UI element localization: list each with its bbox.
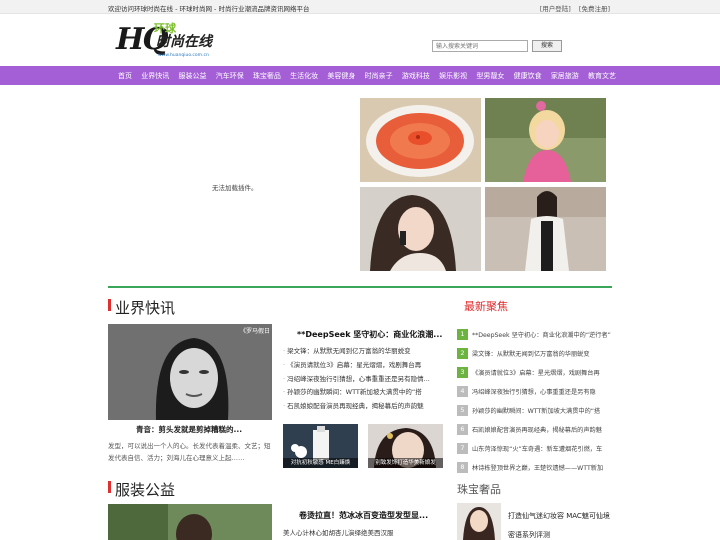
rank-badge: 1 [457, 329, 468, 340]
search-button[interactable]: 搜索 [532, 40, 562, 52]
section-apparel-title[interactable]: 服装公益 [108, 479, 175, 500]
hot-item-text: 林诗栋登顶世界之巅，王楚钦遗憾——WTT新加 [472, 465, 604, 472]
nav-makeup[interactable]: 生活化妆 [290, 72, 318, 80]
hot-item-text: 孙颖莎的幽默瞬间：WTT新加坡大满贯中的“搭 [472, 408, 601, 415]
section-divider [108, 286, 612, 288]
photo-overlay-text: 《罗马假日 [239, 328, 270, 335]
hot-item-text: 山东菏泽惊现“火”车奇遇：新车遭烟花引燃，车 [472, 446, 603, 453]
hot-item-text: 梁文锋：从默默无闻到亿万富翁的华丽蜕变 [472, 351, 590, 358]
rank-badge: 5 [457, 405, 468, 416]
small-pic-skincare[interactable]: 对抗初秋敏感 ME白臻焕 [283, 424, 358, 468]
nav-entertainment[interactable]: 娱乐影视 [439, 72, 467, 80]
rank-badge: 4 [457, 386, 468, 397]
news-item[interactable]: 冯绍峰深夜独行引猜想，心事重重还是另有隐情... [283, 373, 443, 387]
main-nav: 首页 业界快讯 服装公益 汽车环保 珠宝奢品 生活化妆 美容健身 时尚亲子 游戏… [0, 66, 720, 85]
hot-focus-list: 1 **DeepSeek 坚守初心：商业化浪潮中的“逆行者” 2 梁文锋：从默默无闻… [457, 326, 612, 478]
thumb-girl-pink-photo[interactable] [485, 98, 606, 182]
section1-headline[interactable]: **DeepSeek 坚守初心：商业化浪潮... [297, 329, 442, 340]
small-pic-bridal-hair[interactable]: 别致发饰打造华美新娘发 [368, 424, 443, 468]
jewelry-article-line2[interactable]: 密语系列评测 [508, 530, 550, 540]
nav-education[interactable]: 教育文艺 [588, 72, 616, 80]
jewelry-section-title[interactable]: 珠宝奢品 [457, 481, 501, 497]
hot-item[interactable]: 4 冯绍峰深夜独行引猜想，心事重重还是另有隐 [457, 383, 612, 402]
search-input[interactable] [432, 40, 528, 52]
nav-games-tech[interactable]: 游戏科技 [402, 72, 430, 80]
hot-item-text: **DeepSeek 坚守初心：商业化浪潮中的“逆行者” [472, 332, 611, 339]
woman-phone-image [360, 187, 481, 271]
nav-home[interactable]: 首页 [118, 72, 132, 80]
small-pic-caption: 别致发饰打造华美新娘发 [368, 458, 443, 468]
hot-item-text: 石凯娘娘配音演员再现经典，揭秘幕后的声韵魅 [472, 427, 602, 434]
welcome-text: 欢迎访问环球时尚在线 - 环球时尚网 - 时尚行业潮流品牌资讯网络平台 [108, 5, 310, 13]
section-industry-news-title[interactable]: 业界快讯 [108, 297, 175, 318]
featured-photo-audrey[interactable]: 《罗马假日 [108, 324, 272, 420]
rank-badge: 7 [457, 443, 468, 454]
nav-auto[interactable]: 汽车环保 [216, 72, 244, 80]
logo-fashion: 时尚在线 [156, 34, 212, 50]
login-link[interactable]: [用户登陆] [540, 5, 571, 13]
news-item[interactable]: 梁文锋：从默默无闻到亿万富翁的华丽蜕变 [283, 345, 443, 359]
section1-news-list: 梁文锋：从默默无闻到亿万富翁的华丽蜕变 《演员请就位3》启幕：星光熠熠，戏剧舞台… [283, 345, 443, 414]
jewelry-thumb[interactable] [457, 503, 501, 540]
featured-photo-caption[interactable]: 青音：剪头发就是剪掉糟糕的... [136, 424, 242, 435]
thumb-woman-phone-photo[interactable] [360, 187, 481, 271]
nav-parenting[interactable]: 时尚亲子 [365, 72, 393, 80]
hot-item-text: 《演员请就位3》启幕：星光熠熠，戏剧舞台再 [472, 370, 600, 377]
hot-item[interactable]: 6 石凯娘娘配音演员再现经典，揭秘幕后的声韵魅 [457, 421, 612, 440]
rank-badge: 2 [457, 348, 468, 359]
section2-headline[interactable]: 卷烫拉直！范冰冰百变造型发型显... [299, 510, 428, 521]
rank-badge: 3 [457, 367, 468, 378]
nav-jewelry[interactable]: 珠宝奢品 [253, 72, 281, 80]
rank-badge: 8 [457, 462, 468, 473]
girl-pink-image [485, 98, 606, 182]
section2-photo[interactable] [108, 504, 272, 540]
account-links: [用户登陆] [免费注册] [534, 3, 610, 13]
plugin-placeholder: 无法加载插件。 [108, 98, 358, 270]
section2-image [108, 504, 272, 540]
plugin-message: 无法加载插件。 [212, 184, 258, 192]
nav-items: 首页 业界快讯 服装公益 汽车环保 珠宝奢品 生活化妆 美容健身 时尚亲子 游戏… [118, 71, 623, 81]
nav-home-travel[interactable]: 家居旅游 [551, 72, 579, 80]
woman-white-coat-image [485, 187, 606, 271]
nav-apparel[interactable]: 服装公益 [178, 72, 206, 80]
audrey-portrait-image [108, 324, 272, 420]
register-link[interactable]: [免费注册] [579, 5, 610, 13]
hot-item[interactable]: 8 林诗栋登顶世界之巅，王楚钦遗憾——WTT新加 [457, 459, 612, 478]
hot-item[interactable]: 7 山东菏泽惊现“火”车奇遇：新车遭烟花引燃，车 [457, 440, 612, 459]
nav-style[interactable]: 型男靓女 [476, 72, 504, 80]
hot-focus-title: 最新聚焦 [464, 300, 508, 313]
hot-item[interactable]: 1 **DeepSeek 坚守初心：商业化浪潮中的“逆行者” [457, 326, 612, 345]
section2-news-item[interactable]: 美人心计林心如胡杏儿演绎绝美西汉服 [283, 527, 394, 537]
news-item[interactable]: 石凯娘娘配音演员再现经典，揭秘幕后的声韵魅 [283, 400, 443, 414]
thumb-shrimp-photo[interactable] [360, 98, 481, 182]
hot-item-text: 冯绍峰深夜独行引猜想，心事重重还是另有隐 [472, 389, 596, 396]
news-item[interactable]: 《演员请就位3》启幕：星光熠熠，戏剧舞台再 [283, 359, 443, 373]
hot-item[interactable]: 5 孙颖莎的幽默瞬间：WTT新加坡大满贯中的“搭 [457, 402, 612, 421]
top-bar: 欢迎访问环球时尚在线 - 环球时尚网 - 时尚行业潮流品牌资讯网络平台 [用户登… [0, 0, 720, 14]
site-logo[interactable]: HQ 环球 时尚在线 www.huanqiuo.com.cn [116, 20, 226, 62]
jewelry-article-line1[interactable]: 打造仙气迷幻妆容 MAC魅可仙境 [508, 511, 610, 521]
thumb-woman-white-coat-photo[interactable] [485, 187, 606, 271]
hot-item[interactable]: 3 《演员请就位3》启幕：星光熠熠，戏剧舞台再 [457, 364, 612, 383]
hot-item[interactable]: 2 梁文锋：从默默无闻到亿万富翁的华丽蜕变 [457, 345, 612, 364]
small-pic-caption: 对抗初秋敏感 ME白臻焕 [283, 458, 358, 468]
nav-beauty-fitness[interactable]: 美容健身 [327, 72, 355, 80]
nav-industry-news[interactable]: 业界快讯 [141, 72, 169, 80]
featured-description: 发型，可以说出一个人的心。长发代表着温柔、文艺；短发代表自信、活力；刘海儿在心理… [108, 442, 271, 462]
logo-url: www.huanqiuo.com.cn [158, 53, 209, 58]
shrimp-image [360, 98, 481, 182]
news-item[interactable]: 孙颖莎的幽默瞬间：WTT新加坡大满贯中的“搭 [283, 386, 443, 400]
rank-badge: 6 [457, 424, 468, 435]
jewelry-model-image [457, 503, 501, 540]
nav-health[interactable]: 健康饮食 [514, 72, 542, 80]
